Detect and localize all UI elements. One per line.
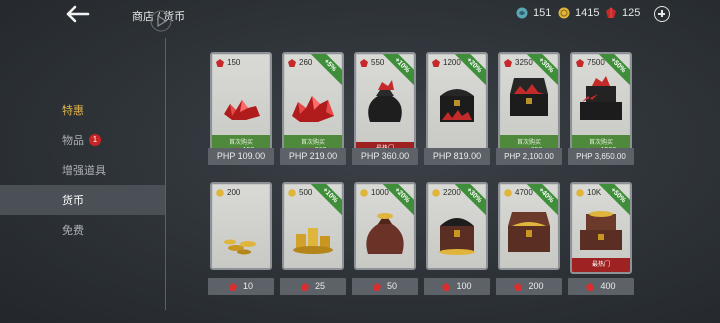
- red-gem-icon: [606, 7, 616, 18]
- pack-amount: 10K: [576, 188, 601, 197]
- price-button[interactable]: PHP 360.00: [352, 148, 418, 165]
- gem-pack-card[interactable]: 150 首次购买+ 150: [210, 52, 272, 158]
- gem-price-button[interactable]: 100: [424, 278, 490, 295]
- coin-chest-stack-icon: [580, 211, 622, 250]
- red-gem-icon: [586, 282, 595, 291]
- red-gem-icon: [216, 58, 224, 67]
- sidebar-item-label: 货币: [62, 195, 84, 207]
- add-currency-button[interactable]: [654, 6, 670, 22]
- gem-pack-card[interactable]: +10% 550 最热门: [354, 52, 416, 158]
- price-button[interactable]: PHP 2,100.00: [496, 148, 562, 165]
- gold-coin-icon: [576, 188, 584, 197]
- gem-price-button[interactable]: 50: [352, 278, 418, 295]
- gold-coin-icon: [216, 188, 224, 197]
- sidebar-item-label: 特惠: [62, 105, 84, 117]
- token-balance: 151: [516, 7, 551, 19]
- sidebar-item-currency[interactable]: 货币: [0, 185, 165, 215]
- coin-pile-icon: [224, 239, 256, 255]
- coin-balance: 1415: [558, 7, 599, 19]
- pack-amount: 4700: [504, 188, 533, 197]
- pack-amount: 7500: [576, 58, 605, 67]
- blue-token-icon: [516, 7, 528, 19]
- red-gem-icon: [514, 282, 523, 291]
- gem-balance: 125: [605, 7, 640, 19]
- coin-stack-icon: [293, 228, 333, 254]
- sidebar-item-items[interactable]: 物品 1: [0, 125, 165, 155]
- coin-sack-icon: [366, 213, 404, 254]
- most-popular-tag: 最热门: [572, 258, 630, 272]
- price-button[interactable]: PHP 819.00: [424, 148, 490, 165]
- gem-pack-card[interactable]: +5% 260 首次购买+ 260: [282, 52, 344, 158]
- sidebar-item-label: 物品: [62, 135, 84, 147]
- coin-chest-icon: [439, 218, 475, 255]
- pack-amount: 150: [216, 58, 240, 67]
- gem-price-button[interactable]: 25: [280, 278, 346, 295]
- top-bar: 商店 / 货币 151 1415 125: [0, 0, 720, 32]
- gold-coin-icon: [288, 188, 296, 197]
- sidebar-item-deals[interactable]: 特惠: [0, 95, 165, 125]
- pack-amount: 1000: [360, 188, 389, 197]
- pack-amount: 200: [216, 188, 240, 197]
- gold-coin-icon: [558, 7, 570, 19]
- back-arrow-icon[interactable]: [64, 4, 92, 24]
- pack-amount: 2200: [432, 188, 461, 197]
- gem-price-button[interactable]: 400: [568, 278, 634, 295]
- gem-pack-card[interactable]: +30% 3250 首次购买+ 650: [498, 52, 560, 158]
- gem-pile-icon: [224, 100, 260, 120]
- gem-chest-icon: [440, 89, 474, 122]
- gem-chest-stack-icon: [580, 76, 622, 120]
- gem-sack-icon: [368, 80, 402, 122]
- coin-pack-card[interactable]: +30% 2200: [426, 182, 488, 270]
- red-gem-icon: [360, 58, 368, 67]
- pack-amount: 260: [288, 58, 312, 67]
- pack-amount: 550: [360, 58, 384, 67]
- gold-coin-icon: [504, 188, 512, 197]
- play-icon: [150, 10, 172, 32]
- coin-chest-icon: [508, 212, 550, 252]
- sidebar-item-boosters[interactable]: 增强道具: [0, 155, 165, 185]
- red-gem-icon: [228, 282, 237, 291]
- pack-amount: 500: [288, 188, 312, 197]
- coin-pack-card[interactable]: +50% 10K 最热门: [570, 182, 632, 274]
- pack-amount: 3250: [504, 58, 533, 67]
- coin-value: 1415: [575, 7, 600, 19]
- red-gem-icon: [504, 58, 512, 67]
- gem-pile-icon: [292, 96, 334, 122]
- red-gem-icon: [300, 282, 309, 291]
- gold-coin-icon: [360, 188, 368, 197]
- sidebar-item-label: 增强道具: [62, 165, 106, 177]
- red-gem-icon: [432, 58, 440, 67]
- notification-badge: 1: [89, 134, 101, 146]
- coin-pack-card[interactable]: 200: [210, 182, 272, 270]
- gem-pack-card[interactable]: +20% 1200: [426, 52, 488, 158]
- token-value: 151: [533, 7, 552, 19]
- price-button[interactable]: PHP 109.00: [208, 148, 274, 165]
- price-button[interactable]: PHP 219.00: [280, 148, 346, 165]
- gem-chest-icon: [510, 78, 548, 116]
- red-gem-icon: [442, 282, 451, 291]
- coin-pack-card[interactable]: +20% 1000: [354, 182, 416, 270]
- coin-pack-card[interactable]: +10% 500: [282, 182, 344, 270]
- gem-price-button[interactable]: 10: [208, 278, 274, 295]
- gold-coin-icon: [432, 188, 440, 197]
- sidebar-item-label: 免费: [62, 225, 84, 237]
- price-button[interactable]: PHP 3,650.00: [568, 148, 634, 165]
- sidebar: 特惠 物品 1 增强道具 货币 免费: [0, 95, 165, 245]
- coin-pack-card[interactable]: +40% 4700: [498, 182, 560, 270]
- red-gem-icon: [288, 58, 296, 67]
- sidebar-divider: [165, 38, 166, 310]
- gem-value: 125: [622, 7, 641, 19]
- gem-price-button[interactable]: 200: [496, 278, 562, 295]
- red-gem-icon: [576, 58, 584, 67]
- red-gem-icon: [372, 282, 381, 291]
- pack-amount: 1200: [432, 58, 461, 67]
- sidebar-item-free[interactable]: 免费: [0, 215, 165, 245]
- gem-pack-card[interactable]: +50% 7500 首次购买+ 1500: [570, 52, 632, 158]
